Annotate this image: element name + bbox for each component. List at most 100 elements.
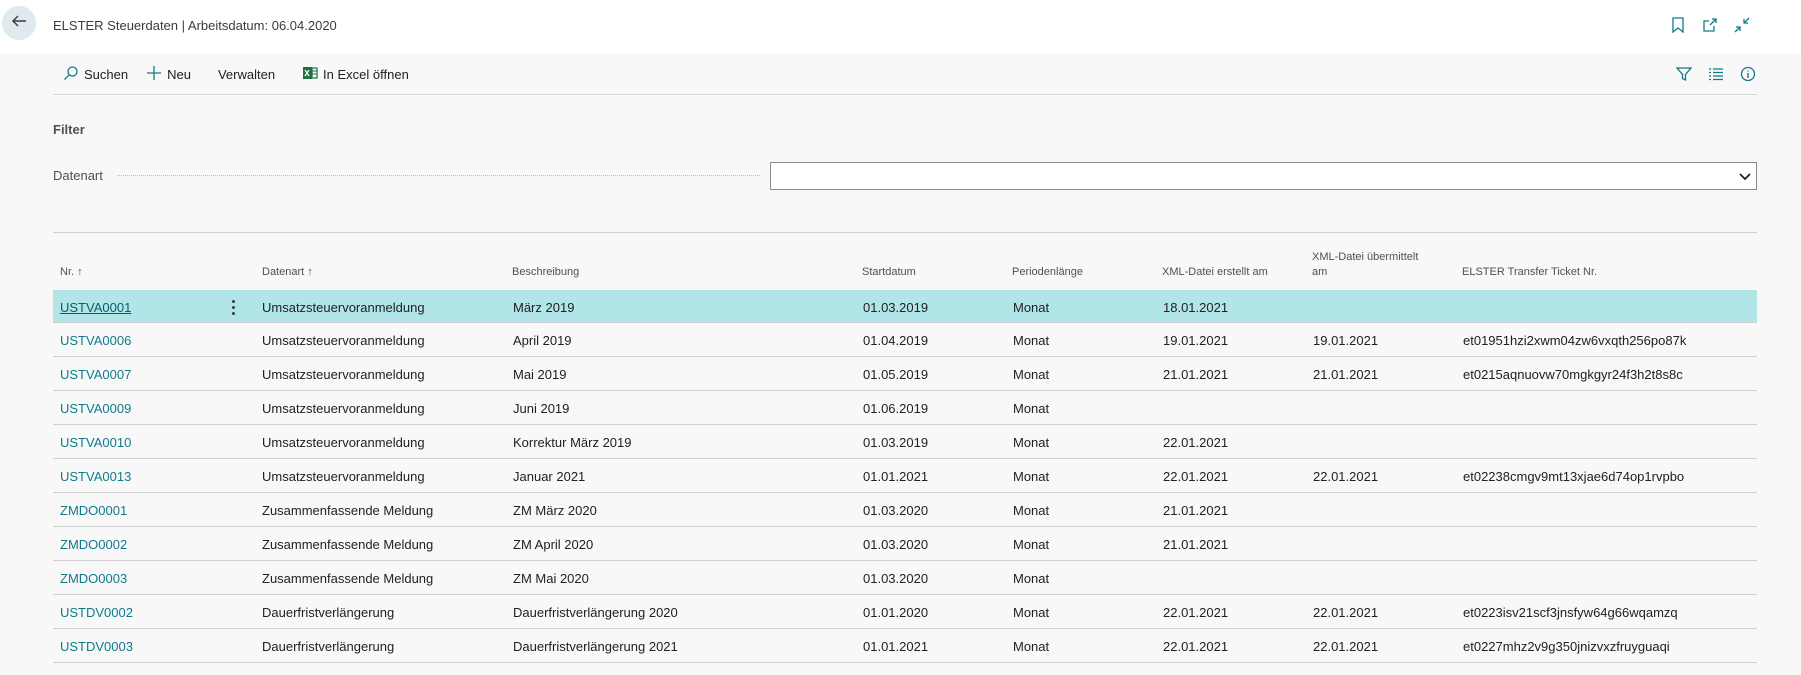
- cell-nr[interactable]: USTDV0002: [60, 605, 133, 620]
- plus-icon: [146, 65, 162, 84]
- row-actions-icon[interactable]: [228, 298, 238, 316]
- table-row[interactable]: USTVA0006 Umsatzsteuervoranmeldung April…: [53, 323, 1757, 357]
- cell-nr[interactable]: ZMDO0001: [60, 503, 127, 518]
- column-header-datenart[interactable]: Datenart ↑: [262, 265, 313, 280]
- open-in-excel-label: In Excel öffnen: [323, 66, 409, 82]
- cell-beschreibung: April 2019: [513, 333, 572, 348]
- search-button-label: Suchen: [84, 66, 129, 82]
- bookmark-icon[interactable]: [1669, 16, 1687, 34]
- table-row[interactable]: USTVA0001 Umsatzsteuervoranmeldung März …: [53, 290, 1757, 323]
- cell-startdatum: 01.03.2019: [863, 300, 929, 315]
- cell-periode: Monat: [1013, 367, 1050, 382]
- cell-erstellt: 19.01.2021: [1163, 333, 1229, 348]
- open-in-excel-button[interactable]: In Excel öffnen: [302, 65, 409, 84]
- cell-periode: Monat: [1013, 300, 1050, 315]
- cell-ticket: et02238cmgv9mt13xjae6d74op1rvpbo: [1463, 469, 1685, 484]
- cell-datenart: Zusammenfassende Meldung: [262, 537, 434, 552]
- chevron-down-icon: [1738, 169, 1752, 188]
- open-new-window-icon[interactable]: [1701, 16, 1719, 34]
- cell-nr[interactable]: USTVA0007: [60, 367, 131, 382]
- new-button[interactable]: Neu: [146, 65, 191, 84]
- cell-nr[interactable]: USTVA0009: [60, 401, 131, 416]
- cell-nr[interactable]: USTVA0013: [60, 469, 131, 484]
- cell-erstellt: 22.01.2021: [1163, 435, 1229, 450]
- cell-beschreibung: ZM Mai 2020: [513, 571, 589, 586]
- cell-datenart: Umsatzsteuervoranmeldung: [262, 435, 425, 450]
- cell-uebermittelt: 22.01.2021: [1313, 605, 1379, 620]
- column-header-startdatum[interactable]: Startdatum: [862, 265, 916, 280]
- cell-uebermittelt: 22.01.2021: [1313, 639, 1379, 654]
- cell-erstellt: 22.01.2021: [1163, 605, 1229, 620]
- cell-periode: Monat: [1013, 435, 1050, 450]
- cell-ticket: et0227mhz2v9g350jnizvxzfruyguaqi: [1463, 639, 1670, 654]
- filter-datenart-label: Datenart: [53, 168, 103, 183]
- table-row[interactable]: USTVA0007 Umsatzsteuervoranmeldung Mai 2…: [53, 357, 1757, 391]
- column-header-xml-uebermittelt[interactable]: XML-Datei übermittelt am: [1312, 250, 1418, 280]
- table-row[interactable]: USTDV0003 Dauerfristverlängerung Dauerfr…: [53, 629, 1757, 663]
- cell-beschreibung: ZM März 2020: [513, 503, 597, 518]
- cell-nr[interactable]: ZMDO0002: [60, 537, 127, 552]
- cell-erstellt: 18.01.2021: [1163, 300, 1229, 315]
- back-arrow-icon: [10, 12, 28, 35]
- info-icon[interactable]: [1739, 65, 1757, 83]
- cell-datenart: Zusammenfassende Meldung: [262, 571, 434, 586]
- cell-uebermittelt: 19.01.2021: [1313, 333, 1379, 348]
- filter-icon[interactable]: [1675, 65, 1693, 83]
- cell-startdatum: 01.03.2020: [863, 537, 929, 552]
- cell-erstellt: 22.01.2021: [1163, 469, 1229, 484]
- page-header: ELSTER Steuerdaten | Arbeitsdatum: 06.04…: [0, 0, 1801, 54]
- filter-datenart-select[interactable]: [770, 162, 1757, 190]
- section-divider: [53, 232, 1757, 233]
- cell-startdatum: 01.01.2021: [863, 469, 929, 484]
- filter-heading: Filter: [53, 122, 85, 137]
- excel-icon: [302, 65, 318, 84]
- cell-nr[interactable]: USTVA0001: [60, 300, 131, 315]
- cell-startdatum: 01.03.2020: [863, 503, 929, 518]
- table-row[interactable]: USTDV0002 Dauerfristverlängerung Dauerfr…: [53, 595, 1757, 629]
- cell-datenart: Umsatzsteuervoranmeldung: [262, 333, 425, 348]
- table-row[interactable]: ZMDO0003 Zusammenfassende Meldung ZM Mai…: [53, 561, 1757, 595]
- cell-erstellt: 21.01.2021: [1163, 503, 1229, 518]
- collapse-icon[interactable]: [1733, 16, 1751, 34]
- list-view-icon[interactable]: [1707, 65, 1725, 83]
- cell-startdatum: 01.03.2019: [863, 435, 929, 450]
- cell-uebermittelt: 22.01.2021: [1313, 469, 1379, 484]
- cell-startdatum: 01.01.2020: [863, 605, 929, 620]
- manage-button-label: Verwalten: [217, 66, 276, 82]
- table-row[interactable]: USTVA0009 Umsatzsteuervoranmeldung Juni …: [53, 391, 1757, 425]
- cell-erstellt: 21.01.2021: [1163, 367, 1229, 382]
- search-button[interactable]: Suchen: [53, 65, 128, 84]
- cell-erstellt: 21.01.2021: [1163, 537, 1229, 552]
- cell-startdatum: 01.04.2019: [863, 333, 929, 348]
- cell-datenart: Dauerfristverlängerung: [262, 605, 395, 620]
- table-row[interactable]: ZMDO0001 Zusammenfassende Meldung ZM Mär…: [53, 493, 1757, 527]
- manage-button[interactable]: Verwalten: [218, 67, 275, 82]
- column-header-nr[interactable]: Nr. ↑: [60, 265, 83, 280]
- cell-beschreibung: Mai 2019: [513, 367, 567, 382]
- cell-nr[interactable]: ZMDO0003: [60, 571, 127, 586]
- column-header-periodenlaenge[interactable]: Periodenlänge: [1012, 265, 1083, 280]
- cell-nr[interactable]: USTDV0003: [60, 639, 133, 654]
- table-row[interactable]: USTVA0013 Umsatzsteuervoranmeldung Janua…: [53, 459, 1757, 493]
- column-header-xml-uebermittelt-line1: XML-Datei übermittelt: [1312, 251, 1419, 263]
- filter-leader-dots: [117, 175, 760, 176]
- table-row[interactable]: USTVA0010 Umsatzsteuervoranmeldung Korre…: [53, 425, 1757, 459]
- column-header-beschreibung[interactable]: Beschreibung: [512, 265, 579, 280]
- cell-nr[interactable]: USTVA0010: [60, 435, 131, 450]
- cell-datenart: Zusammenfassende Meldung: [262, 503, 434, 518]
- new-button-label: Neu: [167, 66, 191, 82]
- cell-beschreibung: ZM April 2020: [513, 537, 594, 552]
- table-row[interactable]: ZMDO0002 Zusammenfassende Meldung ZM Apr…: [53, 527, 1757, 561]
- cell-erstellt: 22.01.2021: [1163, 639, 1229, 654]
- cell-datenart: Dauerfristverlängerung: [262, 639, 395, 654]
- back-button[interactable]: [2, 6, 36, 40]
- data-grid: Nr. ↑ Datenart ↑ Beschreibung Startdatum…: [53, 240, 1757, 663]
- column-header-ticket[interactable]: ELSTER Transfer Ticket Nr.: [1462, 265, 1597, 280]
- cell-beschreibung: März 2019: [513, 300, 575, 315]
- cell-periode: Monat: [1013, 469, 1050, 484]
- cell-nr[interactable]: USTVA0006: [60, 333, 131, 348]
- cell-periode: Monat: [1013, 503, 1050, 518]
- column-header-xml-erstellt[interactable]: XML-Datei erstellt am: [1162, 265, 1268, 280]
- cell-periode: Monat: [1013, 401, 1050, 416]
- cell-beschreibung: Januar 2021: [513, 469, 586, 484]
